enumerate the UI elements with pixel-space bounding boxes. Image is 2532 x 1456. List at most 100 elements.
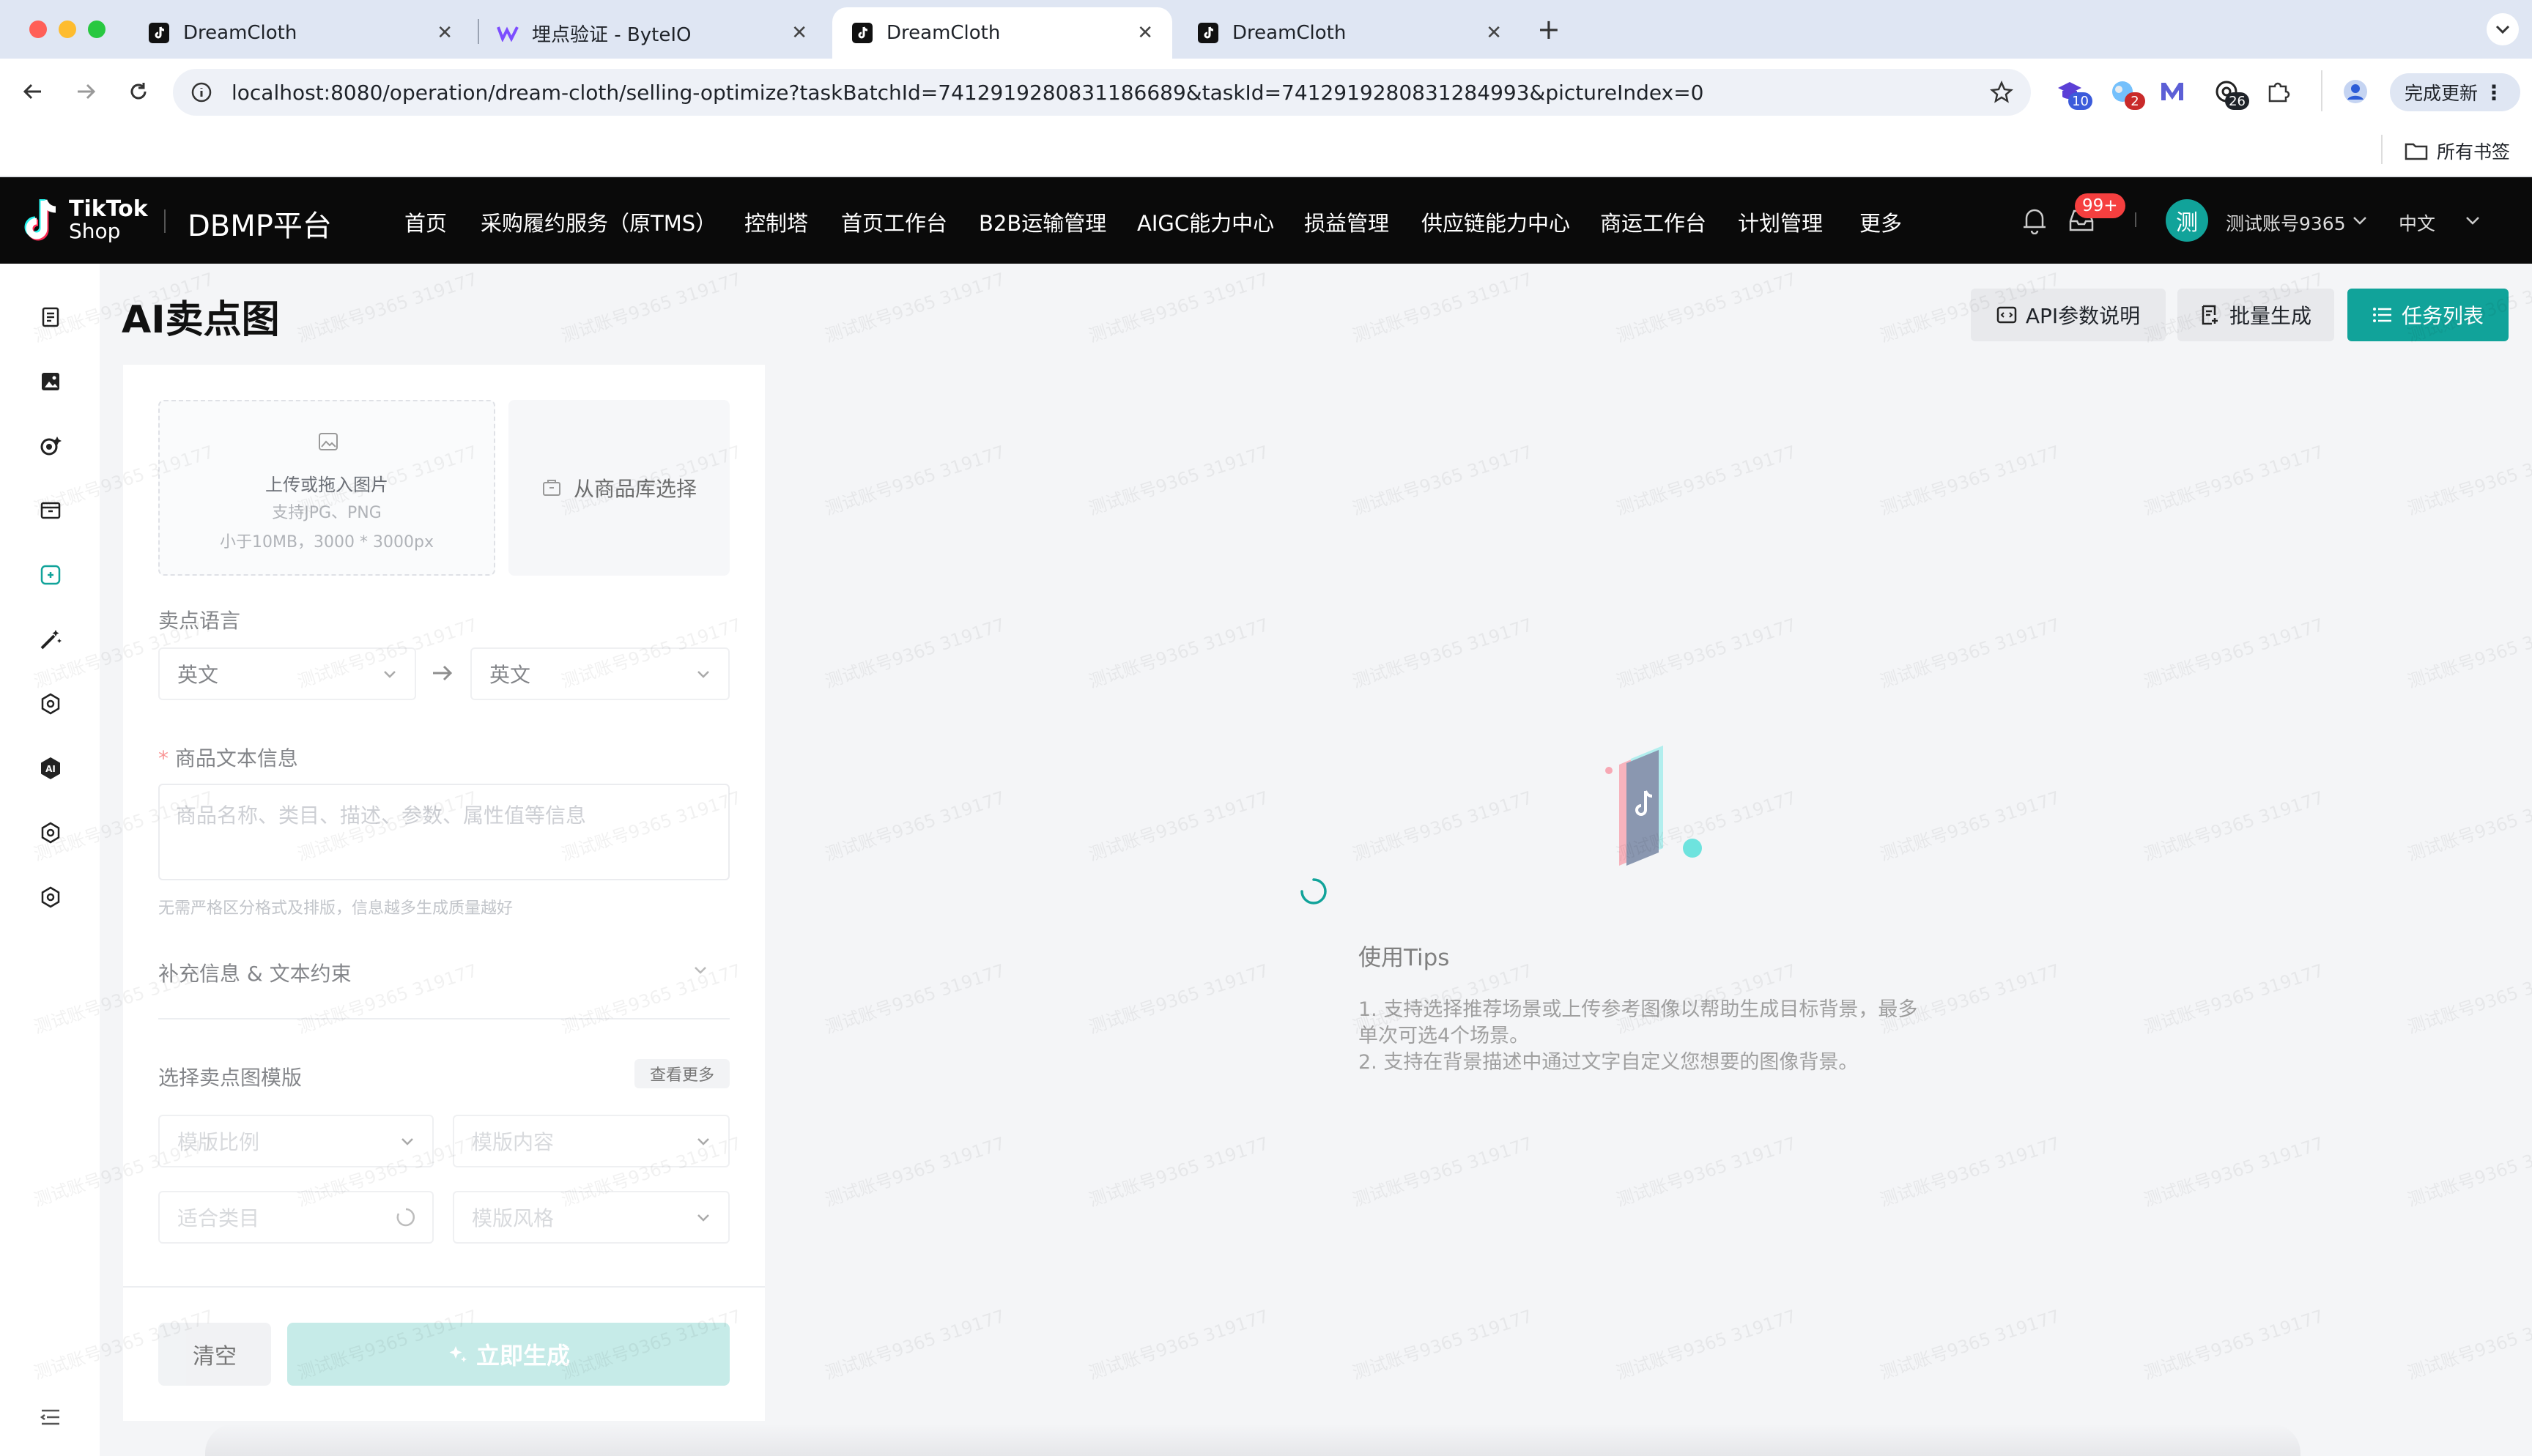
nav-item-procurement[interactable]: 采购履约服务（原TMS） [481,207,717,237]
nav-item-pnl[interactable]: 损益管理 [1304,207,1389,237]
from-product-library-button[interactable]: 从商品库选择 [508,400,730,576]
extension-button[interactable] [2154,73,2191,110]
window-zoom-button[interactable] [88,21,106,38]
close-icon[interactable]: ✕ [791,22,807,44]
sidebar-item-magic-wand-icon[interactable] [37,625,64,653]
browser-tab[interactable]: DreamCloth ✕ [1178,7,1521,59]
sidebar-item-ai-image-icon[interactable] [37,432,64,460]
nav-item-supply-chain[interactable]: 供应链能力中心 [1421,207,1570,237]
extension-badge: 2 [2125,92,2145,110]
profile-button[interactable] [2337,73,2374,110]
api-params-button[interactable]: API参数说明 [1971,289,2166,341]
nav-item-workbench[interactable]: 首页工作台 [841,207,947,237]
nav-item-home[interactable]: 首页 [404,207,447,237]
chevron-down-icon[interactable] [692,961,709,978]
toolbar-divider [2321,70,2322,111]
sidebar-item-selling-point-icon[interactable] [37,561,64,589]
nav-item-plan[interactable]: 计划管理 [1738,207,1823,237]
list-icon [2372,308,2391,322]
language-switch[interactable]: 中文 [2399,209,2435,236]
reload-button[interactable] [120,73,157,110]
sidebar-item-hexagon-icon[interactable] [37,690,64,718]
product-text-input[interactable]: 商品名称、类目、描述、参数、属性值等信息 [158,784,730,880]
avatar[interactable]: 测 [2166,199,2208,242]
user-name[interactable]: 测试账号9365 [2226,209,2346,236]
url-text: localhost:8080/operation/dream-cloth/sel… [232,80,1704,105]
window-close-button[interactable] [29,21,47,38]
sidebar-item-box-icon[interactable] [37,497,64,524]
task-list-label: 任务列表 [2401,304,2484,328]
tips-line: 单次可选4个场景。 [1358,1025,1530,1047]
generate-now-button[interactable]: 立即生成 [287,1323,730,1386]
close-icon[interactable]: ✕ [1486,22,1502,44]
nav-item-more[interactable]: 更多 [1859,207,1902,237]
forward-button[interactable] [67,73,104,110]
extensions-menu-button[interactable] [2259,73,2296,110]
profile-icon [2344,80,2367,103]
sidebar-item-hexagon-icon[interactable] [37,819,64,847]
suitable-category-select[interactable]: 适合类目 [158,1191,434,1244]
tab-title: DreamCloth [886,22,1001,44]
footer-divider [123,1286,765,1288]
style-placeholder: 模版风格 [472,1206,555,1230]
template-content-select[interactable]: 模版内容 [453,1115,730,1167]
batch-generate-button[interactable]: 批量生成 [2177,289,2334,341]
nav-item-control-tower[interactable]: 控制塔 [744,207,808,237]
extension-badge: 10 [2068,92,2092,110]
supplement-collapse-header[interactable]: 补充信息 & 文本约束 [158,958,352,987]
finish-update-button[interactable]: 完成更新 ⋮ [2390,73,2520,111]
template-style-select[interactable]: 模版风格 [453,1191,730,1244]
sidebar-collapse-icon[interactable] [37,1403,64,1431]
task-list-button[interactable]: 任务列表 [2347,289,2509,341]
browser-toolbar: localhost:8080/operation/dream-cloth/sel… [0,59,2532,125]
target-language-select[interactable]: 英文 [470,647,730,700]
watermark-text: 测试账号9365 319177 [1350,268,1536,346]
tips-line: 1. 支持选择推荐场景或上传参考图像以帮助生成目标背景，最多 [1358,998,1918,1021]
close-icon[interactable]: ✕ [1137,22,1153,44]
address-bar[interactable]: localhost:8080/operation/dream-cloth/sel… [173,69,2031,116]
batch-doc-icon [2202,305,2218,325]
close-icon[interactable]: ✕ [437,22,453,44]
extension-button[interactable]: 26 [2208,73,2249,110]
tiktok-phone-illustration [1605,746,1702,866]
browser-tab[interactable]: DreamCloth ✕ [129,7,472,59]
back-button[interactable] [15,73,51,110]
nav-item-ops[interactable]: 商运工作台 [1600,207,1706,237]
site-info-icon [191,82,212,103]
clear-button[interactable]: 清空 [158,1323,271,1386]
template-ratio-select[interactable]: 模版比例 [158,1115,434,1167]
tab-title: DreamCloth [183,22,297,44]
extension-button[interactable]: 10 [2051,73,2092,110]
window-minimize-button[interactable] [59,21,76,38]
product-text-label-row: * 商品文本信息 [158,743,298,772]
sidebar-item-document-icon[interactable] [37,303,64,331]
new-tab-button[interactable]: + [1537,13,1561,45]
image-upload-dropzone[interactable]: 上传或拖入图片 支持JPG、PNG 小于10MB，3000 * 3000px [158,400,495,576]
source-language-select[interactable]: 英文 [158,647,416,700]
bottom-shadow [205,1424,2300,1456]
watermark-text: 测试账号9365 319177 [558,268,744,346]
sidebar: AI [0,264,100,1456]
nav-item-b2b[interactable]: B2B运输管理 [979,207,1106,237]
watermark-text: 测试账号9365 319177 [1086,268,1272,346]
tiktok-shop-logo[interactable]: TikTok Shop [22,198,148,243]
tips-line: 2. 支持在背景描述中通过文字自定义您想要的图像背景。 [1358,1051,1859,1074]
extension-button[interactable]: 2 [2104,73,2145,110]
platform-name: DBMP平台 [188,209,332,243]
sidebar-item-image-icon[interactable] [37,368,64,395]
nav-item-aigc[interactable]: AIGC能力中心 [1137,207,1274,237]
all-bookmarks-button[interactable]: 所有书签 [2405,138,2510,164]
tab-search-button[interactable] [2487,13,2519,45]
chevron-down-icon[interactable] [2352,215,2368,226]
chevron-down-icon [697,1138,709,1145]
bell-icon[interactable] [2021,205,2048,237]
sidebar-item-ai-icon[interactable]: AI [37,754,64,782]
see-more-button[interactable]: 查看更多 [634,1059,730,1088]
chevron-down-icon[interactable] [2465,215,2481,226]
more-vert-icon: ⋮ [2484,81,2504,105]
browser-tab-active[interactable]: DreamCloth ✕ [832,7,1172,59]
arrow-right-icon [78,83,96,100]
sidebar-item-hexagon-icon[interactable] [37,883,64,911]
tab-title: 埋点验证 - ByteIO [532,23,692,46]
browser-tab[interactable]: 埋点验证 - ByteIO ✕ [478,7,826,59]
